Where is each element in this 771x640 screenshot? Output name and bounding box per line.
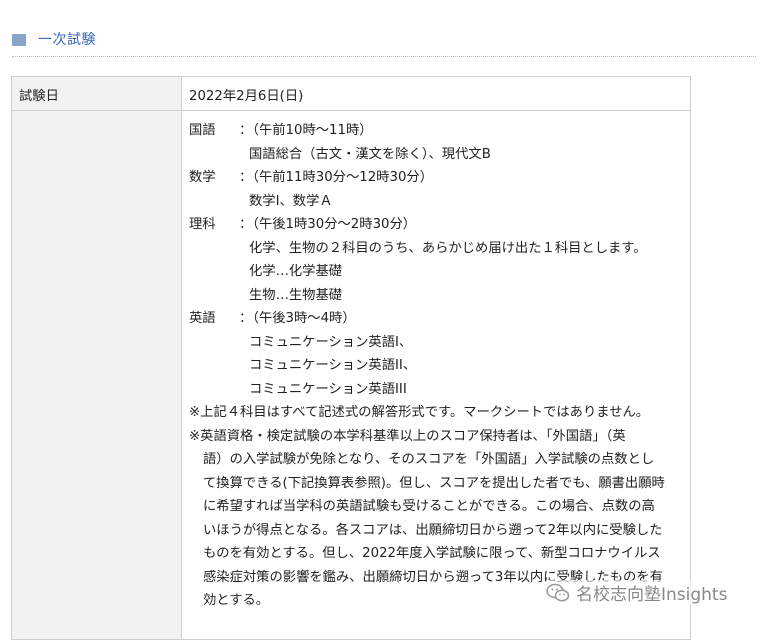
subjects-label [11,110,182,640]
wechat-icon [546,583,570,603]
subject-detail: 化学…化学基礎 [249,264,343,279]
subject-name: 理科 [189,217,216,232]
note-english-score-line: 語）の入学試験が免除となり、そのスコアを「外国語」入学試験の点数とし [203,452,655,467]
exam-info-table: 試験日 2022年2月6日(日) 国語 ：（午前10時～11時） 国語総合（古文・… [11,76,691,640]
subjects-value: 国語 ：（午前10時～11時） 国語総合（古文・漢文を除く）、現代文B 数学 ：（午… [181,110,691,640]
subject-detail: 国語総合（古文・漢文を除く）、現代文B [249,146,491,162]
subject-english: 英語 ：（午後3時～4時） [189,307,690,331]
note-format: ※上記４科目はすべて記述式の解答形式です。マークシートではありません。 [189,405,650,420]
subject-detail: コミュニケーション英語II、 [249,358,417,373]
note-english-score-line: に希望すれば当学科の英語試験も受けることができる。この場合、点数の高 [203,499,655,514]
watermark-text: 名校志向塾Insights [576,585,728,605]
subject-detail: 生物…生物基礎 [249,287,343,303]
date-value: 2022年2月6日(日) [181,76,691,111]
subject-japanese: 国語 ：（午前10時～11時） [189,119,690,143]
table-row-subjects: 国語 ：（午前10時～11時） 国語総合（古文・漢文を除く）、現代文B 数学 ：（午… [11,110,691,640]
section-header: 一次試験 [12,26,756,57]
subject-time: ：（午前10時～11時） [239,123,373,138]
subject-detail: コミュニケーション英語III [249,381,407,397]
subject-time: ：（午後3時～4時） [239,311,356,326]
subject-science: 理科 ：（午後1時30分～2時30分） [189,213,690,237]
watermark: 名校志向塾Insights [546,580,728,605]
table-row-date: 試験日 2022年2月6日(日) [11,76,691,111]
note-english-score: ※英語資格・検定試験の本学科基準以上のスコア保持者は、「外国語」（英 [189,428,626,444]
subject-detail: 数学I、数学Ａ [249,193,333,209]
note-english-score-line: いほうが得点となる。各スコアは、出願締切日から遡って2年以内に受験した [203,522,663,538]
note-english-score-line: ものを有効とする。但し、2022年度入学試験に限って、新型コロナウイルス [203,546,661,561]
subject-name: 数学 [189,170,216,185]
section-marker-icon [12,34,26,46]
date-label: 試験日 [11,76,182,111]
subject-math: 数学 ：（午前11時30分～12時30分） [189,166,690,190]
subject-time: ：（午前11時30分～12時30分） [239,170,433,185]
subject-detail: 化学、生物の２科目のうち、あらかじめ届け出た１科目とします。 [249,240,647,256]
subject-detail: コミュニケーション英語I、 [249,334,413,350]
subject-name: 英語 [189,311,216,326]
subject-name: 国語 [189,123,216,138]
subject-time: ：（午後1時30分～2時30分） [239,217,417,232]
section-title: 一次試験 [38,32,96,48]
note-english-score-line: て換算できる(下記換算表参照)。但し、スコアを提出した者でも、願書出願時 [203,475,665,491]
